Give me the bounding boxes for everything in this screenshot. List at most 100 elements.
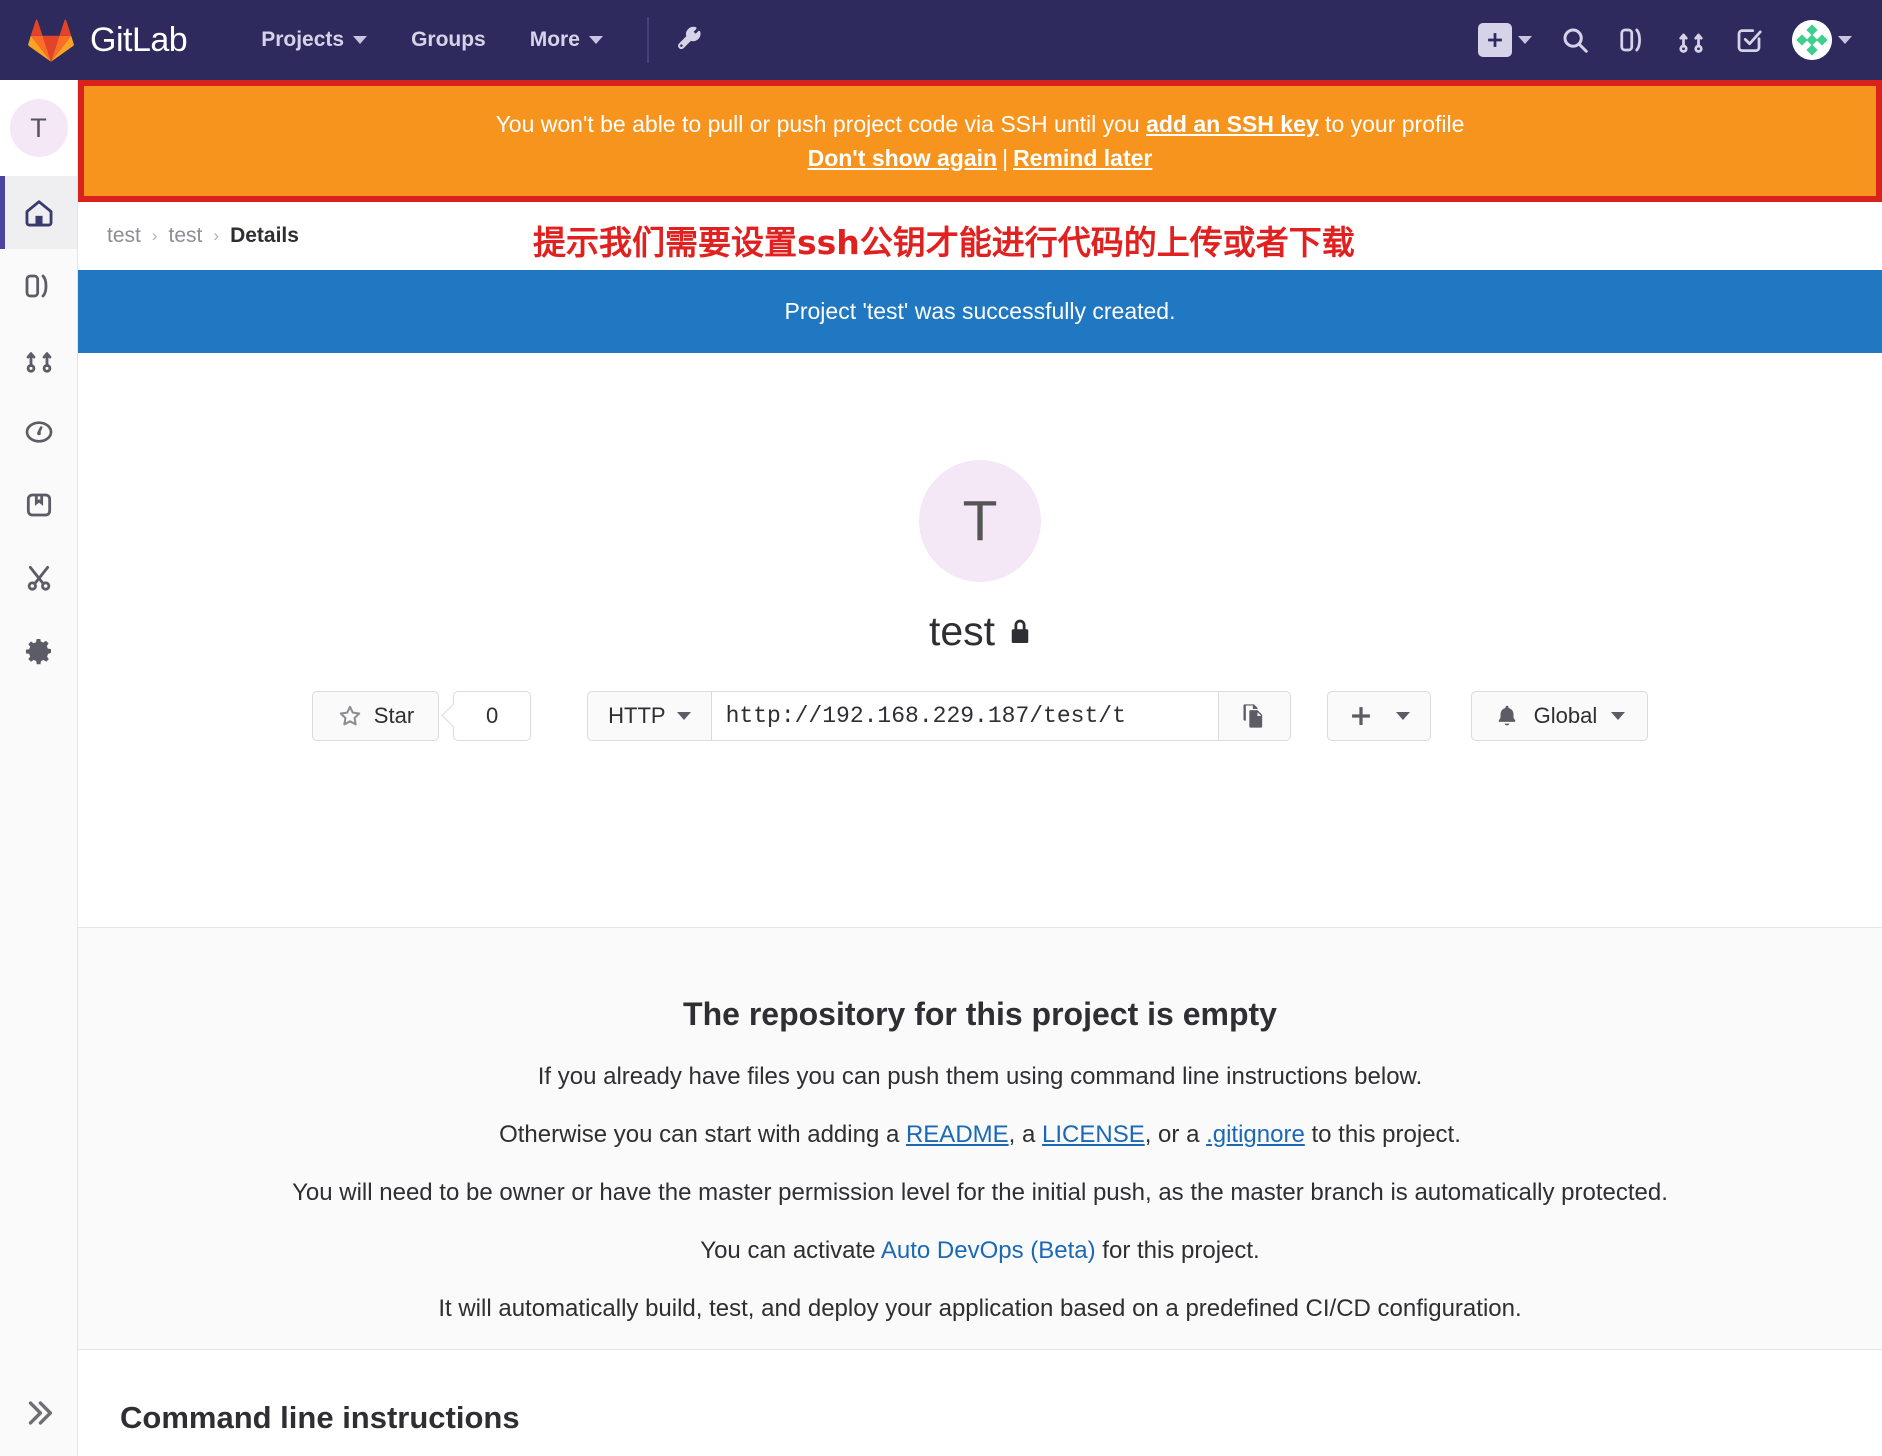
add-ssh-key-link[interactable]: add an SSH key: [1146, 111, 1319, 137]
bell-icon: [1494, 703, 1520, 729]
copy-icon: [1240, 702, 1268, 730]
chevron-down-icon: [353, 36, 368, 44]
dont-show-again-link[interactable]: Don't show again: [808, 145, 997, 171]
pipeline-icon: [23, 416, 55, 448]
nav-divider: [646, 17, 649, 63]
chevron-down-icon: [1518, 36, 1532, 44]
issues-button[interactable]: [1618, 25, 1648, 55]
empty-repo-line3: You will need to be owner or have the ma…: [292, 1179, 1668, 1206]
gitignore-link[interactable]: .gitignore: [1206, 1121, 1305, 1148]
copy-url-button[interactable]: [1218, 691, 1291, 741]
admin-tools-button[interactable]: [675, 25, 705, 55]
notification-dropdown-button[interactable]: Global: [1470, 691, 1649, 741]
nav-item-groups[interactable]: Groups: [389, 0, 508, 80]
sidebar-item-settings[interactable]: [0, 614, 77, 687]
empty-line2-c: , or a: [1144, 1121, 1207, 1148]
star-count-value: 0: [486, 703, 499, 728]
empty-line2-d: to this project.: [1304, 1121, 1461, 1148]
breadcrumb-separator: ›: [151, 226, 158, 245]
remind-later-link[interactable]: Remind later: [1013, 145, 1152, 171]
plus-icon: [1478, 23, 1512, 57]
notification-level-label: Global: [1533, 703, 1598, 728]
breadcrumb-item-group[interactable]: test: [107, 224, 141, 248]
ssh-alert-message: You won't be able to pull or push projec…: [496, 111, 1465, 138]
search-button[interactable]: [1560, 25, 1590, 55]
alert-action-separator: |: [1002, 144, 1009, 171]
chevron-down-icon: [1611, 712, 1626, 720]
command-line-instructions-section: Command line instructions: [78, 1350, 1882, 1456]
flash-success-banner: Project 'test' was successfully created.: [78, 270, 1882, 353]
empty-repo-line1: If you already have files you can push t…: [537, 1063, 1423, 1090]
nav-more-label: More: [529, 28, 580, 51]
sidebar-item-issues[interactable]: [0, 249, 77, 322]
ssh-alert-text-before: You won't be able to pull or push projec…: [495, 110, 1147, 137]
new-dropdown-button[interactable]: [1478, 23, 1532, 57]
gitlab-logo-link[interactable]: GitLab: [28, 18, 188, 62]
sidebar-collapse-button[interactable]: [0, 1396, 78, 1430]
avatar-icon: [1792, 20, 1832, 60]
nav-groups-label: Groups: [411, 28, 486, 51]
scissors-icon: [23, 562, 55, 594]
sidebar-item-ci-cd[interactable]: [0, 395, 77, 468]
merge-request-icon: [23, 343, 55, 375]
empty-line2-b: , a: [1008, 1121, 1043, 1148]
nav-item-more[interactable]: More: [508, 0, 625, 80]
nav-actions: [1478, 20, 1852, 60]
cli-section-title: Command line instructions: [120, 1400, 520, 1435]
clone-protocol-dropdown[interactable]: HTTP: [587, 691, 711, 741]
project-toolbar: Star 0 HTTP http://192.168.229.187/test/…: [311, 691, 1649, 741]
project-header: T test Star 0 HTTP http://192.168.229.18…: [78, 353, 1882, 928]
project-name: test: [928, 608, 996, 654]
user-menu-button[interactable]: [1792, 20, 1852, 60]
empty-line2-a: Otherwise you can start with adding a: [499, 1121, 906, 1148]
primary-nav: Projects Groups More: [239, 0, 625, 80]
flash-message: Project 'test' was successfully created.: [784, 298, 1176, 324]
search-icon: [1560, 25, 1590, 55]
chevron-down-icon: [588, 36, 603, 44]
empty-repository-section: The repository for this project is empty…: [78, 928, 1882, 1350]
breadcrumb-separator: ›: [213, 226, 220, 245]
readme-link[interactable]: README: [906, 1121, 1009, 1148]
sidebar-item-project-overview[interactable]: [0, 176, 77, 249]
plus-icon: [1348, 703, 1374, 729]
star-icon: [337, 703, 363, 729]
top-navbar: GitLab Projects Groups More: [0, 0, 1882, 80]
star-count-badge[interactable]: 0: [453, 691, 532, 741]
issues-icon: [23, 270, 55, 302]
ssh-key-alert: You won't be able to pull or push projec…: [78, 80, 1882, 202]
chevron-down-icon: [1838, 36, 1852, 44]
empty-line4-b: for this project.: [1095, 1237, 1260, 1264]
todos-button[interactable]: [1734, 25, 1764, 55]
breadcrumb-row: test › test › Details 提示我们需要设置ssh公钥才能进行代…: [78, 202, 1882, 270]
clone-url-input[interactable]: [710, 691, 1219, 741]
chinese-annotation-note: 提示我们需要设置ssh公钥才能进行代码的上传或者下载: [533, 223, 1355, 262]
add-dropdown-button[interactable]: [1326, 691, 1431, 741]
star-label: Star: [373, 703, 415, 728]
empty-repo-line2: Otherwise you can start with adding a RE…: [499, 1121, 1461, 1149]
lock-icon: [1009, 619, 1031, 645]
main-content: You won't be able to pull or push projec…: [78, 80, 1882, 1456]
nav-item-projects[interactable]: Projects: [239, 0, 389, 80]
merge-request-icon: [1676, 25, 1706, 55]
clone-url-group: HTTP: [587, 691, 1291, 741]
merge-requests-button[interactable]: [1676, 25, 1706, 55]
license-link[interactable]: LICENSE: [1042, 1121, 1145, 1148]
sidebar-project-avatar[interactable]: T: [9, 99, 68, 157]
breadcrumb-current: Details: [230, 224, 299, 247]
empty-line4-a: You can activate: [700, 1237, 881, 1264]
sidebar-item-packages[interactable]: [0, 468, 77, 541]
ssh-alert-text-after: to your profile: [1318, 110, 1465, 137]
home-icon: [22, 196, 56, 230]
sidebar-project-avatar-wrap: T: [0, 80, 77, 176]
empty-repo-title: The repository for this project is empty: [683, 996, 1277, 1032]
empty-repo-line5: It will automatically build, test, and d…: [438, 1295, 1522, 1322]
sidebar-item-merge-requests[interactable]: [0, 322, 77, 395]
page-title: test: [929, 608, 1031, 655]
breadcrumb-item-project[interactable]: test: [169, 224, 203, 248]
star-button[interactable]: Star: [311, 691, 440, 741]
package-icon: [23, 489, 55, 521]
gear-icon: [23, 635, 55, 667]
sidebar-item-snippets[interactable]: [0, 541, 77, 614]
breadcrumb: test › test › Details: [107, 224, 299, 248]
auto-devops-link[interactable]: Auto DevOps (Beta): [881, 1237, 1096, 1264]
